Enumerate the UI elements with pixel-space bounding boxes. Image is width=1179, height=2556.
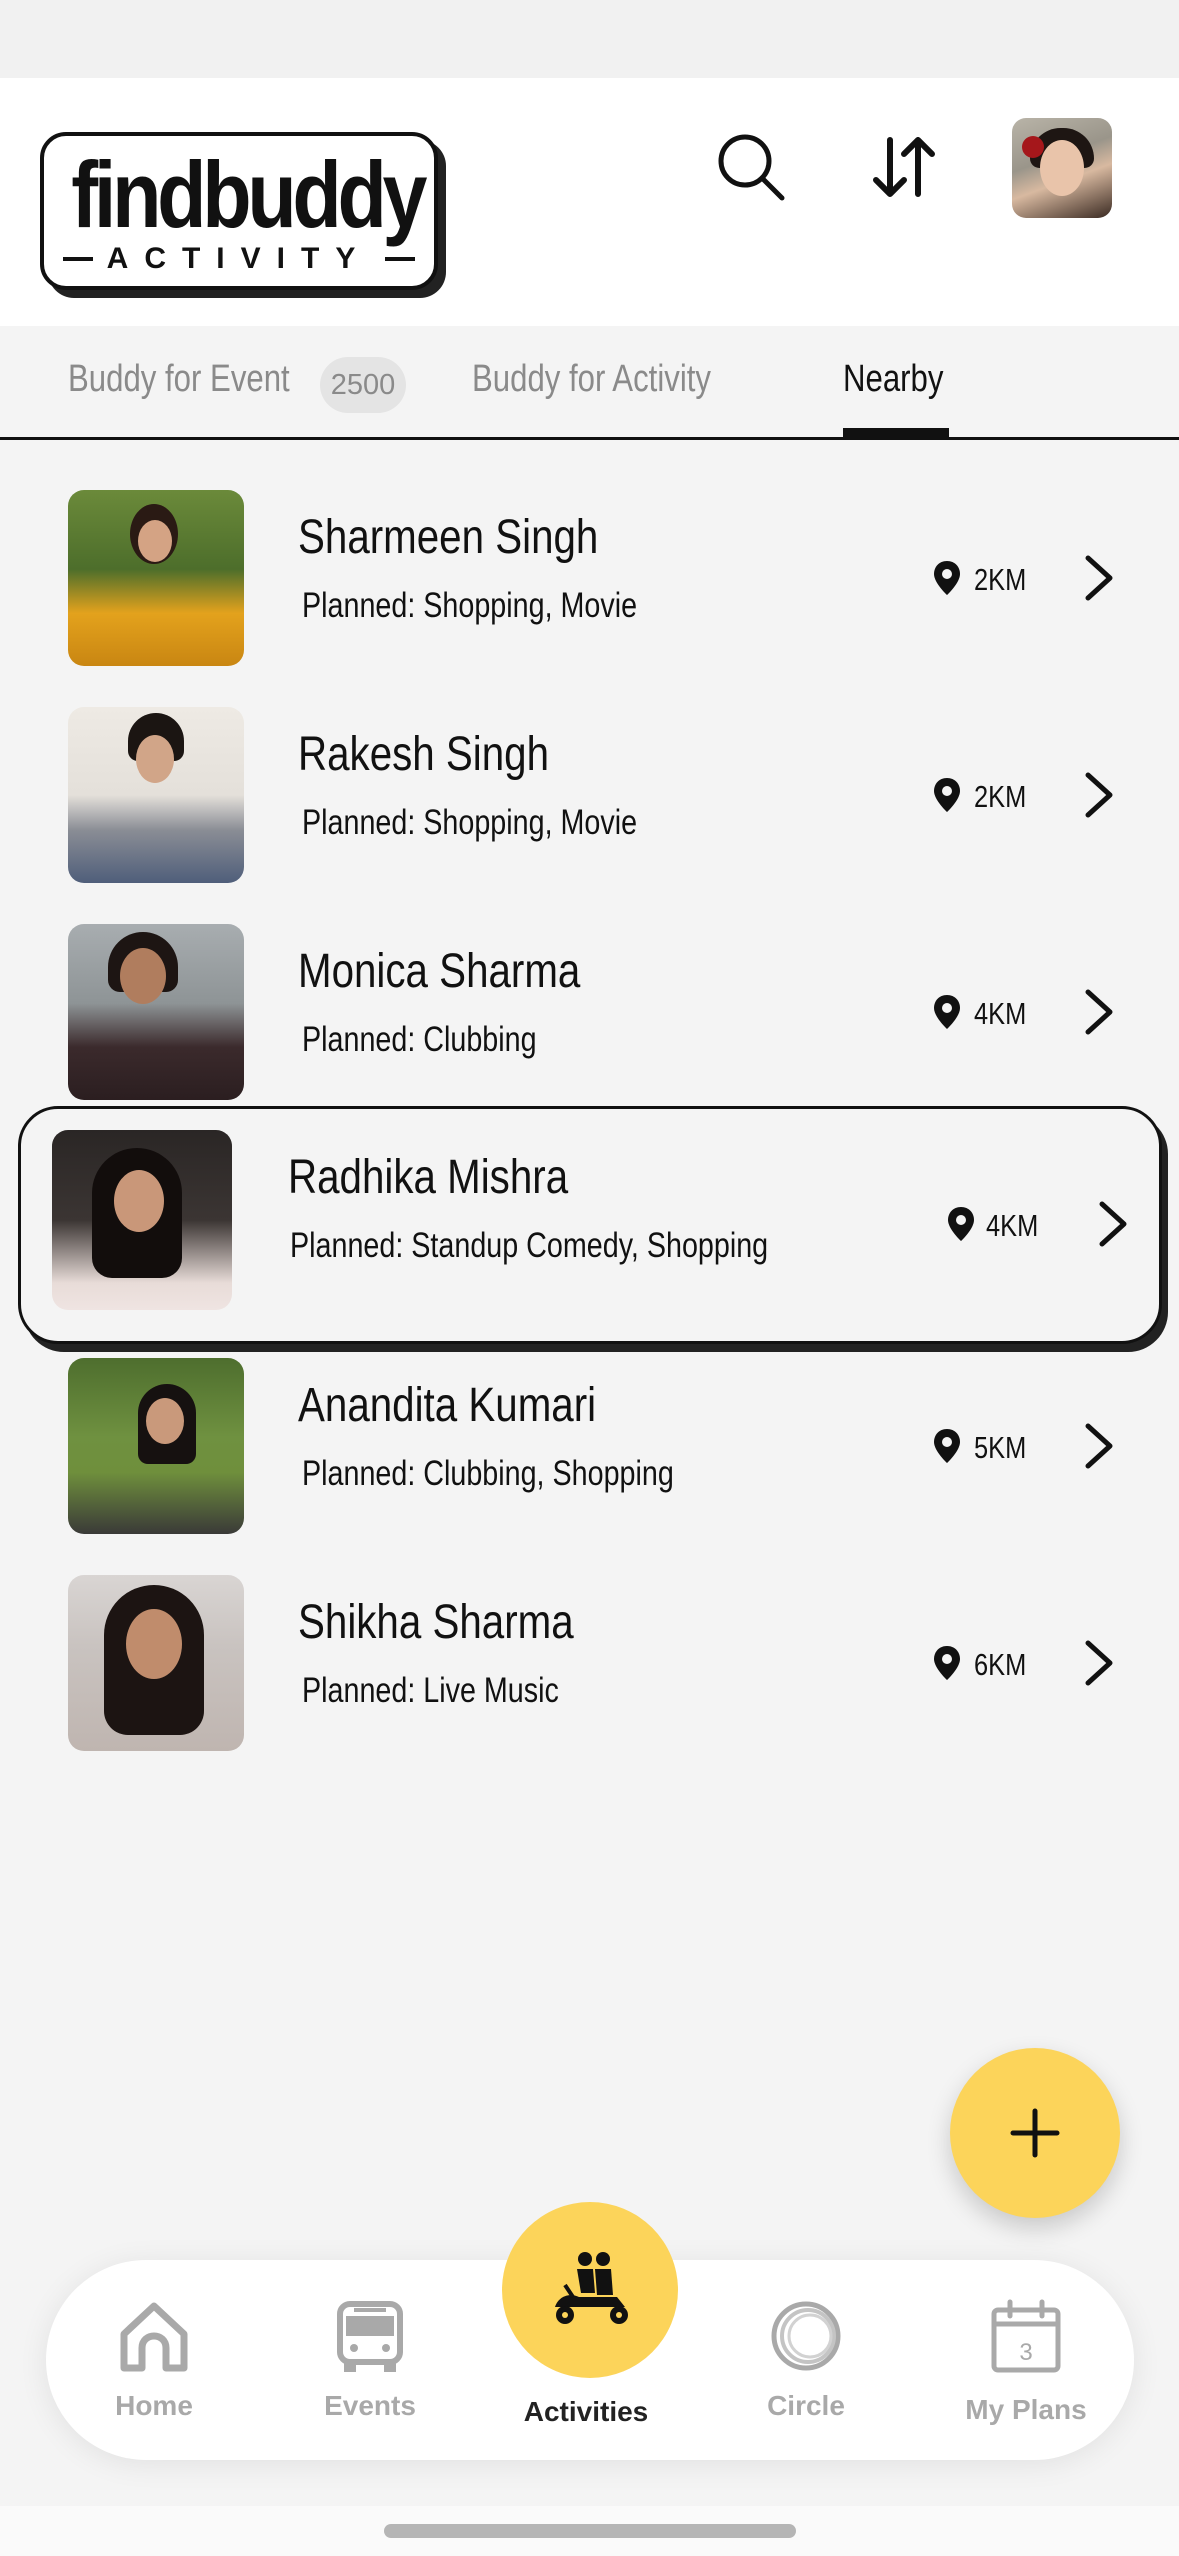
logo-subtitle: ACTIVITY xyxy=(44,244,434,274)
buddy-row[interactable]: Monica Sharma Planned: Clubbing 4KM xyxy=(0,900,1179,1100)
buddy-distance: 4KM xyxy=(974,996,1027,1031)
nav-circle-label: Circle xyxy=(767,2390,845,2421)
calendar-icon: 3 xyxy=(991,2299,1061,2373)
active-tab-indicator xyxy=(843,428,949,438)
nav-home[interactable]: Home xyxy=(54,2260,254,2460)
buddy-name: Anandita Kumari xyxy=(298,1379,597,1432)
buddy-plan: Planned: Live Music xyxy=(302,1671,559,1710)
tab-buddy-for-activity[interactable]: Buddy for Activity xyxy=(472,358,711,401)
search-button[interactable] xyxy=(706,122,796,212)
logo-wordmark: findbuddy xyxy=(71,142,427,247)
buddy-plan: Planned: Clubbing, Shopping xyxy=(302,1454,674,1493)
buddy-row[interactable]: Sharmeen Singh Planned: Shopping, Movie … xyxy=(0,466,1179,666)
chevron-right-icon[interactable] xyxy=(1090,1200,1134,1248)
buddy-plan: Planned: Shopping, Movie xyxy=(302,586,638,625)
calendar-day: 3 xyxy=(1019,2339,1032,2366)
buddy-name: Shikha Sharma xyxy=(298,1596,574,1649)
tab-buddy-for-event[interactable]: Buddy for Event xyxy=(68,358,290,401)
buddy-row-highlighted[interactable]: Radhika Mishra Planned: Standup Comedy, … xyxy=(0,1100,1179,1352)
buddy-photo xyxy=(68,1575,244,1751)
location-pin-icon xyxy=(934,1429,960,1463)
buddy-distance: 2KM xyxy=(974,562,1027,597)
nav-events-label: Events xyxy=(324,2390,416,2421)
activities-center-button[interactable] xyxy=(502,2202,678,2378)
buddy-distance: 5KM xyxy=(974,1430,1027,1465)
circle-icon xyxy=(771,2301,841,2371)
buddy-distance: 4KM xyxy=(986,1208,1039,1243)
buddy-photo xyxy=(68,490,244,666)
status-bar xyxy=(0,0,1179,78)
plus-icon xyxy=(1010,2108,1060,2158)
buddy-plan: Planned: Standup Comedy, Shopping xyxy=(290,1226,769,1265)
buddy-name: Monica Sharma xyxy=(298,945,581,998)
chevron-right-icon[interactable] xyxy=(1076,988,1120,1036)
home-icon xyxy=(120,2302,188,2372)
nav-my-plans-label: My Plans xyxy=(965,2394,1087,2425)
add-plan-button[interactable] xyxy=(950,2048,1120,2218)
location-pin-icon xyxy=(934,1646,960,1680)
buddy-row[interactable]: Anandita Kumari Planned: Clubbing, Shopp… xyxy=(0,1334,1179,1534)
location-pin-icon xyxy=(948,1207,974,1241)
buddy-name: Sharmeen Singh xyxy=(298,511,599,564)
buddy-name: Radhika Mishra xyxy=(288,1151,569,1204)
nav-activities-label: Activities xyxy=(523,2396,649,2427)
chevron-right-icon[interactable] xyxy=(1076,771,1120,819)
nav-my-plans[interactable]: 3 My Plans xyxy=(926,2260,1126,2460)
search-icon xyxy=(718,134,785,201)
tab-bar: Buddy for Event 2500 Buddy for Activity … xyxy=(0,326,1179,440)
location-pin-icon xyxy=(934,778,960,812)
buddy-plan: Planned: Shopping, Movie xyxy=(302,803,638,842)
sort-button[interactable] xyxy=(858,122,948,212)
buddy-photo xyxy=(68,1358,244,1534)
home-indicator[interactable] xyxy=(384,2524,796,2538)
app-logo[interactable]: findbuddy ACTIVITY xyxy=(40,132,438,290)
nav-home-label: Home xyxy=(115,2390,193,2421)
buddy-photo xyxy=(52,1130,232,1310)
app-header: findbuddy ACTIVITY xyxy=(0,78,1179,326)
buddy-distance: 6KM xyxy=(974,1647,1027,1682)
buddy-name: Rakesh Singh xyxy=(298,728,550,781)
event-count-badge: 2500 xyxy=(320,357,406,413)
buddy-row[interactable]: Rakesh Singh Planned: Shopping, Movie 2K… xyxy=(0,683,1179,883)
bottom-navigation: Home Events Activities Circle 3 My Plans xyxy=(46,2202,1134,2460)
buddy-distance: 2KM xyxy=(974,779,1027,814)
buddy-plan: Planned: Clubbing xyxy=(302,1020,537,1059)
chevron-right-icon[interactable] xyxy=(1076,1422,1120,1470)
nav-activities[interactable]: Activities xyxy=(486,2202,686,2460)
user-avatar[interactable] xyxy=(1012,118,1112,218)
sort-arrows-icon xyxy=(873,137,935,197)
buddy-photo xyxy=(68,707,244,883)
location-pin-icon xyxy=(934,561,960,595)
nav-events[interactable]: Events xyxy=(270,2260,470,2460)
nav-circle[interactable]: Circle xyxy=(706,2260,906,2460)
location-pin-icon xyxy=(934,995,960,1029)
tab-nearby[interactable]: Nearby xyxy=(843,358,943,401)
bus-icon xyxy=(337,2301,403,2372)
chevron-right-icon[interactable] xyxy=(1076,1639,1120,1687)
chevron-right-icon[interactable] xyxy=(1076,554,1120,602)
buddy-row[interactable]: Shikha Sharma Planned: Live Music 6KM xyxy=(0,1551,1179,1751)
scooter-riders-icon xyxy=(555,2252,628,2324)
buddy-photo xyxy=(68,924,244,1100)
